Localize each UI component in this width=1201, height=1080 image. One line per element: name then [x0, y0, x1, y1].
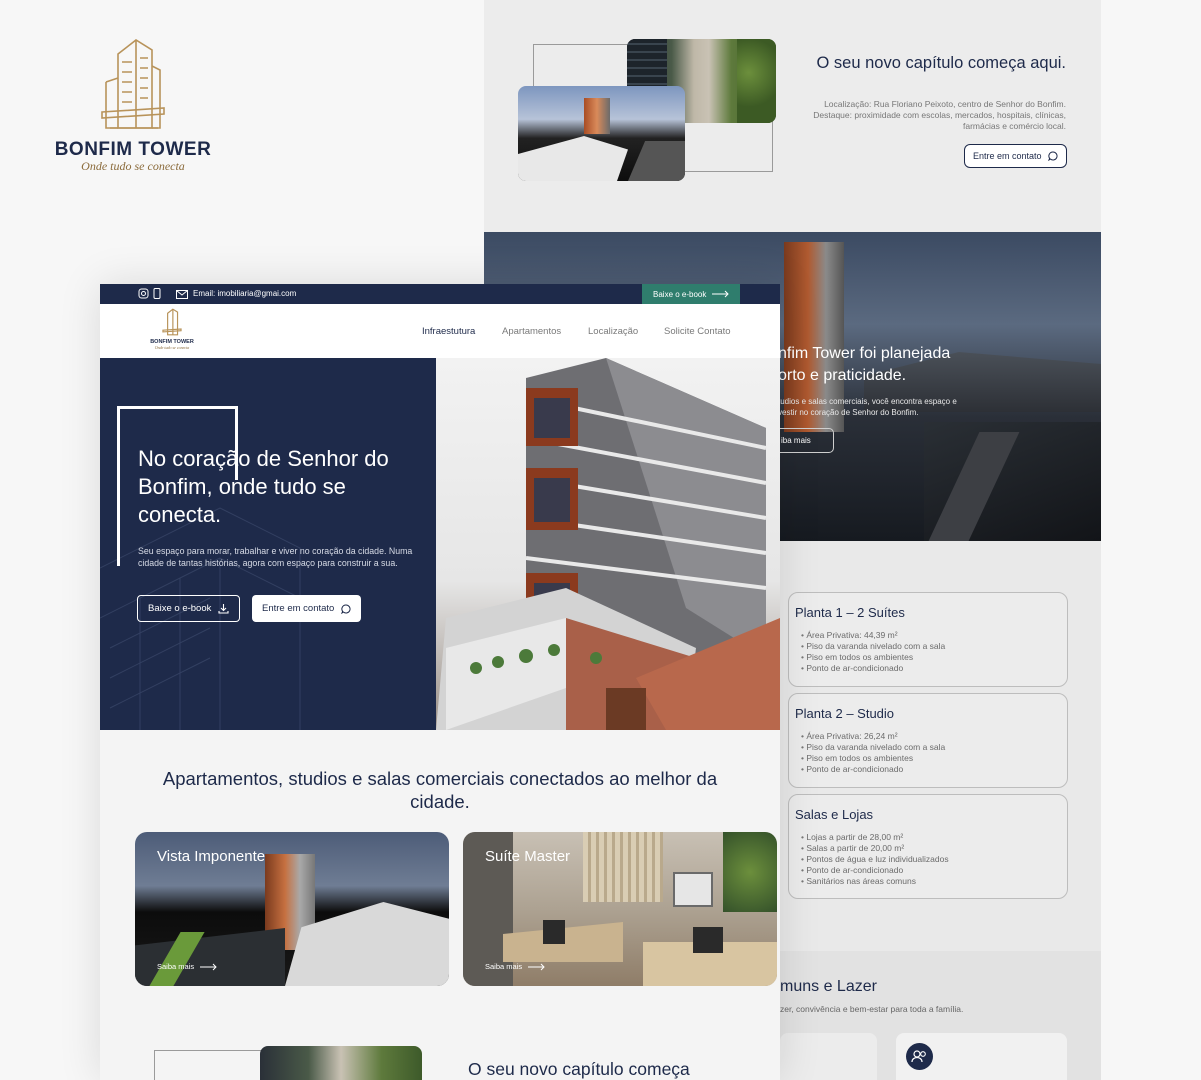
topbar-email[interactable]: Email: imobiliaria@gmai.com — [193, 289, 296, 298]
back-contact-button[interactable]: Entre em contato — [964, 144, 1067, 168]
main-navbar: BONFIM TOWER Onde tudo se conecta Infrae… — [100, 304, 780, 358]
topbar-ebook-label: Baixe o e-book — [653, 289, 707, 299]
feature-link-label: Saiba mais — [485, 962, 523, 971]
plan-features: Área Privativa: 26,24 m² Piso da varanda… — [795, 731, 1061, 775]
chat-bubble-icon — [1047, 151, 1058, 161]
people-icon — [906, 1043, 933, 1070]
back-section-highlight: Destaque: proximidade com escolas, merca… — [813, 110, 1066, 131]
feature-link-label: Saiba mais — [157, 962, 195, 971]
hero-ebook-button[interactable]: Baixe o e-book — [137, 595, 241, 622]
plan-features: Área Privativa: 44,39 m² Piso da varanda… — [795, 630, 1061, 674]
back-contact-label: Entre em contato — [973, 151, 1042, 161]
hero-contact-label: Entre em contato — [262, 603, 335, 614]
section-chapter-title: O seu novo capítulo começa — [468, 1059, 690, 1079]
plan-feature: Ponto de ar-condicionado — [801, 764, 1061, 775]
phone-icon[interactable] — [153, 288, 161, 299]
nav-item-apartamentos[interactable]: Apartamentos — [502, 326, 561, 337]
plan-feature: Área Privativa: 44,39 m² — [801, 630, 1061, 641]
back-section-title: O seu novo capítulo começa aqui. — [816, 54, 1066, 72]
back-hero-text-2: vestir no coração de Senhor do Bonfim. — [778, 408, 919, 417]
image-frame-outline — [154, 1050, 264, 1080]
download-icon — [218, 604, 229, 614]
plan-feature: Pontos de água e luz individualizados — [801, 854, 1061, 865]
building-logo-icon — [101, 39, 165, 129]
mail-icon — [176, 290, 188, 299]
navbar-brand-tagline: Onde tudo se conecta — [154, 345, 190, 350]
section-apartments-title: Apartamentos, studios e salas comerciais… — [162, 768, 718, 812]
hero-frame-accent — [117, 406, 120, 566]
back-hero-title-2: orto e praticidade. — [778, 367, 907, 384]
corridor-photo — [260, 1046, 422, 1080]
contact-topbar: Email: imobiliaria@gmai.com Baixe o e-bo… — [100, 284, 780, 304]
hero-subtitle: Seu espaço para morar, trabalhar e viver… — [138, 546, 413, 568]
plan-features: Lojas a partir de 28,00 m² Salas a parti… — [795, 832, 1061, 887]
amenity-card — [780, 1033, 877, 1080]
back-section-panel: O seu novo capítulo começa aqui. Localiz… — [484, 0, 1101, 232]
plan-feature: Piso da varanda nivelado com a sala — [801, 641, 1061, 652]
plan-feature: Piso em todos os ambientes — [801, 753, 1061, 764]
nav-item-infraestrutura[interactable]: Infraestutura — [422, 326, 475, 337]
plan-card-3[interactable]: Salas e Lojas Lojas a partir de 28,00 m²… — [788, 794, 1068, 899]
aerial-photo — [518, 86, 685, 181]
amenity-card — [896, 1033, 1067, 1080]
plan-card-1[interactable]: Planta 1 – 2 Suítes Área Privativa: 44,3… — [788, 592, 1068, 687]
back-hero-text-1: tudios e salas comerciais, você encontra… — [778, 397, 957, 406]
feature-card-suite[interactable]: Suíte Master Saiba mais — [463, 832, 777, 986]
instagram-icon[interactable] — [138, 288, 149, 299]
plan-feature: Ponto de ar-condicionado — [801, 865, 1061, 876]
plan-feature: Ponto de ar-condicionado — [801, 663, 1061, 674]
hero-title: No coração de Senhor do Bonfim, onde tud… — [138, 446, 389, 527]
navbar-logo[interactable]: BONFIM TOWER Onde tudo se conecta — [144, 308, 200, 350]
hero-building-image — [436, 358, 780, 730]
nav-item-localizacao[interactable]: Localização — [588, 326, 638, 337]
feature-card-vista[interactable]: Vista Imponente Saiba mais — [135, 832, 449, 986]
nav-item-solicite-contato[interactable]: Solicite Contato — [664, 326, 731, 337]
brand-tagline: Onde tudo se conecta — [81, 159, 185, 173]
plan-feature: Área Privativa: 26,24 m² — [801, 731, 1061, 742]
feature-card-link[interactable]: Saiba mais — [157, 962, 218, 971]
plan-card-title: Planta 1 – 2 Suítes — [795, 605, 905, 620]
feature-card-link[interactable]: Saiba mais — [485, 962, 546, 971]
amenities-text: zer, convivência e bem-estar para toda a… — [780, 1004, 964, 1014]
arrow-right-icon — [712, 290, 730, 298]
plan-feature: Piso da varanda nivelado com a sala — [801, 742, 1061, 753]
main-website-window: Email: imobiliaria@gmai.com Baixe o e-bo… — [100, 284, 780, 1080]
plan-feature: Piso em todos os ambientes — [801, 652, 1061, 663]
plan-feature: Lojas a partir de 28,00 m² — [801, 832, 1061, 843]
plan-feature: Salas a partir de 20,00 m² — [801, 843, 1061, 854]
amenities-title: muns e Lazer — [780, 978, 877, 995]
plan-feature: Sanitários nas áreas comuns — [801, 876, 1061, 887]
brand-name: BONFIM TOWER — [54, 139, 212, 160]
plan-card-title: Salas e Lojas — [795, 807, 874, 822]
plan-card-2[interactable]: Planta 2 – Studio Área Privativa: 26,24 … — [788, 693, 1068, 788]
feature-card-title: Vista Imponente — [157, 848, 266, 865]
amenities-panel: muns e Lazer zer, convivência e bem-esta… — [780, 951, 1101, 1080]
back-hero-title-1: nfim Tower foi planejada — [778, 345, 951, 362]
arrow-right-icon — [200, 963, 217, 970]
back-section-location: Localização: Rua Floriano Peixoto, centr… — [824, 99, 1066, 109]
brand-logo: BONFIM TOWER Onde tudo se conecta — [48, 36, 218, 174]
hero-text-panel: No coração de Senhor do Bonfim, onde tud… — [100, 358, 436, 730]
building-logo-icon — [162, 308, 182, 336]
arrow-right-icon — [528, 963, 545, 970]
hero-contact-button[interactable]: Entre em contato — [252, 595, 362, 622]
topbar-ebook-button[interactable]: Baixe o e-book — [642, 284, 740, 304]
feature-card-title: Suíte Master — [485, 848, 571, 865]
plans-panel: Planta 1 – 2 Suítes Área Privativa: 44,3… — [780, 541, 1101, 951]
plan-card-title: Planta 2 – Studio — [795, 706, 895, 721]
chat-bubble-icon — [341, 603, 351, 614]
hero-ebook-label: Baixe o e-book — [148, 603, 212, 614]
